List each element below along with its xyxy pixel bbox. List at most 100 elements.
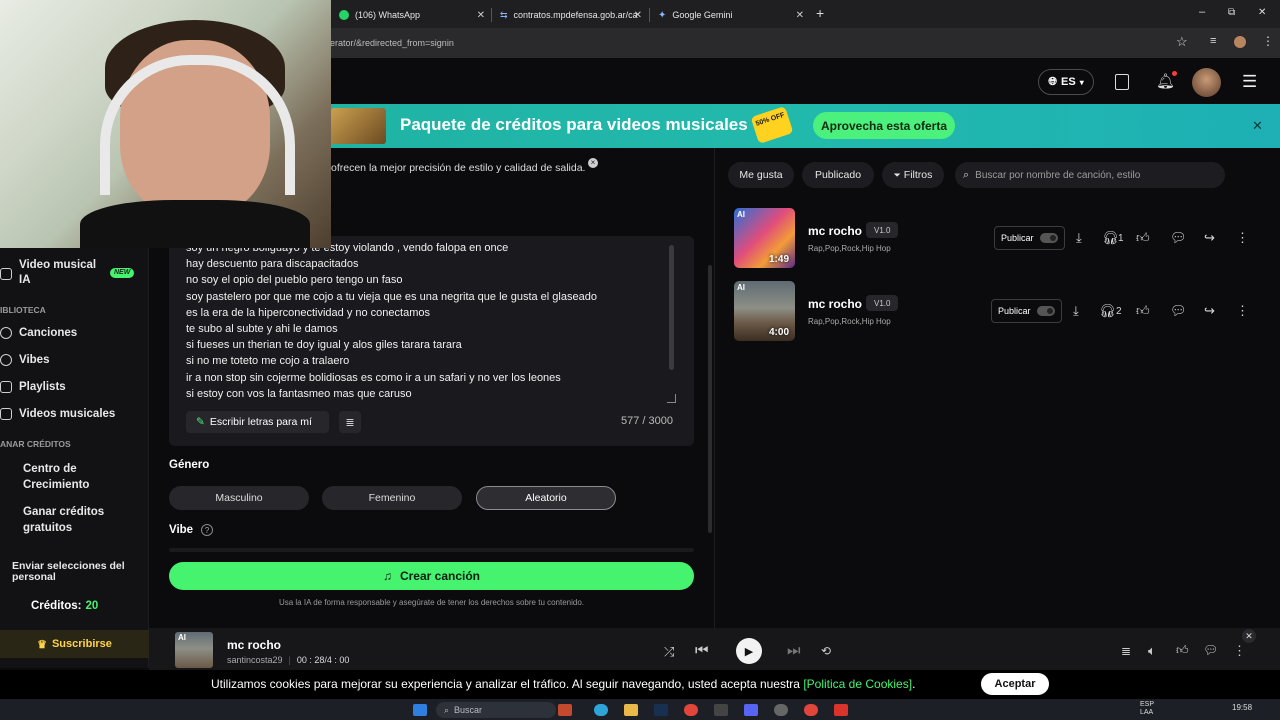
- sidebar-item-send[interactable]: Enviar selecciones del personal: [0, 561, 130, 583]
- star-icon[interactable]: ☆: [1176, 34, 1188, 50]
- hamburger-menu-icon[interactable]: ☰: [1242, 72, 1257, 92]
- video-icon: [0, 408, 12, 420]
- song-row[interactable]: AI 4:00 mc rocho V1.0 Rap,Pop,Rock,Hip H…: [734, 281, 1254, 343]
- discord-icon[interactable]: [744, 704, 758, 716]
- publish-toggle[interactable]: Publicar: [991, 299, 1062, 323]
- subscribe-button[interactable]: ♛ Suscribirse: [0, 630, 149, 658]
- cookie-policy-link[interactable]: [Politica de Cookies]: [803, 677, 912, 691]
- song-thumbnail[interactable]: AI 1:49: [734, 208, 795, 268]
- sidebar-item-growth[interactable]: Centro de Crecimiento: [0, 461, 95, 493]
- clock[interactable]: 19:58: [1232, 703, 1252, 712]
- write-lyrics-button[interactable]: ✎ Escribir letras para mí: [186, 411, 329, 433]
- avatar[interactable]: [1192, 68, 1221, 97]
- download-icon[interactable]: ⤓: [1076, 230, 1082, 246]
- edge-icon[interactable]: [594, 704, 608, 716]
- toggle-switch[interactable]: [1036, 306, 1055, 316]
- chip-filtros[interactable]: ⏷ Filtros: [882, 162, 944, 188]
- comment-icon[interactable]: 💬︎: [1203, 643, 1218, 657]
- minimize-button[interactable]: –: [1199, 6, 1205, 18]
- offer-button[interactable]: Aprovecha esta oferta: [813, 112, 955, 139]
- create-song-button[interactable]: ♫ Crear canción: [169, 562, 694, 590]
- queue-icon[interactable]: ≣: [1121, 644, 1131, 658]
- repeat-icon[interactable]: ⟲: [821, 644, 831, 658]
- playlist-icon: [0, 381, 12, 393]
- close-tab-icon[interactable]: ✕: [796, 10, 804, 21]
- close-banner-icon[interactable]: ✕: [1252, 118, 1263, 134]
- profile-avatar[interactable]: [1234, 36, 1246, 48]
- comment-icon[interactable]: 💬︎: [1170, 303, 1187, 319]
- sidebar-item-vibes[interactable]: Vibes: [0, 354, 49, 366]
- browser-menu-icon[interactable]: ⋮: [1262, 34, 1274, 48]
- tab-whatsapp[interactable]: (106) WhatsApp ✕: [331, 4, 491, 26]
- chrome-icon[interactable]: [684, 704, 698, 716]
- taskbar-search[interactable]: ⌕ Buscar: [436, 702, 556, 718]
- taskbar-app-icon[interactable]: [714, 704, 728, 716]
- like-icon[interactable]: 👍︎: [1136, 303, 1150, 319]
- language-indicator[interactable]: ESP LAA: [1140, 701, 1154, 717]
- chip-publicado[interactable]: Publicado: [802, 162, 874, 188]
- like-icon[interactable]: 👍︎: [1136, 230, 1150, 246]
- chip-me-gusta[interactable]: Me gusta: [728, 162, 794, 188]
- genre-masculino[interactable]: Masculino: [169, 486, 309, 510]
- file-explorer-icon[interactable]: [624, 704, 638, 716]
- song-title[interactable]: mc rocho: [808, 297, 862, 311]
- sidebar-item-videos[interactable]: Videos musicales: [0, 408, 115, 420]
- taskbar-app-icon[interactable]: [834, 704, 848, 716]
- steam-icon[interactable]: [654, 704, 668, 716]
- chrome-icon[interactable]: [804, 704, 818, 716]
- play-button[interactable]: ▶: [736, 638, 762, 664]
- genre-femenino[interactable]: Femenino: [322, 486, 462, 510]
- comment-icon[interactable]: 💬︎: [1170, 230, 1187, 246]
- like-icon[interactable]: 👍︎: [1176, 643, 1189, 658]
- credits-display: Créditos: 20: [31, 600, 98, 612]
- toggle-switch[interactable]: [1039, 233, 1058, 243]
- panel-scrollbar[interactable]: [708, 265, 712, 533]
- genre-aleatorio[interactable]: Aleatorio: [476, 486, 616, 510]
- tasks-icon[interactable]: [1115, 74, 1129, 90]
- player-thumbnail[interactable]: AI: [175, 632, 213, 668]
- next-icon[interactable]: ⏭︎: [787, 642, 801, 659]
- windows-start-icon[interactable]: [413, 704, 427, 716]
- accept-cookies-button[interactable]: Aceptar: [981, 673, 1049, 695]
- settings-icon[interactable]: [774, 704, 788, 716]
- close-tab-icon[interactable]: ✕: [634, 10, 642, 21]
- share-icon[interactable]: ↪: [1204, 230, 1215, 246]
- shuffle-icon[interactable]: ⤮: [664, 644, 674, 660]
- download-icon[interactable]: ⤓: [1073, 303, 1079, 319]
- close-tooltip-icon[interactable]: ×: [588, 158, 598, 168]
- search-input[interactable]: ⌕ Buscar por nombre de canción, estilo: [955, 162, 1225, 188]
- more-icon[interactable]: ⋮: [1236, 230, 1249, 246]
- song-row[interactable]: AI 1:49 mc rocho V1.0 Rap,Pop,Rock,Hip H…: [734, 208, 1254, 270]
- sidebar-item-free-credits[interactable]: Ganar créditos gratuitos: [0, 504, 120, 536]
- close-window-button[interactable]: ✕: [1258, 7, 1266, 18]
- crown-icon: ♛: [37, 638, 47, 651]
- taskbar-app-icon[interactable]: [558, 704, 572, 716]
- volume-icon[interactable]: 🔈︎: [1148, 643, 1156, 659]
- sidebar-item-playlists[interactable]: Playlists: [0, 381, 66, 393]
- resize-handle[interactable]: [667, 394, 676, 403]
- previous-icon[interactable]: ⏮︎: [695, 642, 709, 659]
- url-field[interactable]: enerator/&redirected_from=signin: [320, 33, 1200, 53]
- sidebar-item-canciones[interactable]: Canciones: [0, 327, 77, 339]
- magic-pen-icon: ✎: [196, 416, 205, 428]
- close-tab-icon[interactable]: ✕: [477, 10, 485, 21]
- close-player-icon[interactable]: ✕: [1242, 629, 1256, 643]
- more-icon[interactable]: ⋮: [1233, 643, 1246, 659]
- tab-contratos[interactable]: ⇆ contratos.mpdefensa.gob.ar/ca ✕: [492, 4, 648, 26]
- tab-gemini[interactable]: ✦ Google Gemini ✕: [650, 4, 810, 26]
- new-tab-button[interactable]: +: [816, 5, 824, 21]
- language-selector[interactable]: 🌐︎ ES ▾: [1038, 69, 1094, 95]
- help-icon[interactable]: ?: [201, 524, 213, 536]
- lyrics-scrollbar[interactable]: [669, 245, 674, 370]
- song-title[interactable]: mc rocho: [808, 224, 862, 238]
- write-lyrics-label: Escribir letras para mí: [209, 416, 312, 428]
- publish-toggle[interactable]: Publicar: [994, 226, 1065, 250]
- share-icon[interactable]: ↪: [1204, 303, 1215, 319]
- more-icon[interactable]: ⋮: [1236, 303, 1249, 319]
- restore-button[interactable]: ⧉: [1228, 7, 1235, 18]
- lyrics-format-icon[interactable]: ≣: [339, 411, 361, 433]
- song-thumbnail[interactable]: AI 4:00: [734, 281, 795, 341]
- headphones-icon: 🎧︎: [1102, 230, 1119, 245]
- reading-list-icon[interactable]: ≡: [1210, 35, 1216, 47]
- sidebar-item-video[interactable]: Video musical IA: [0, 258, 104, 288]
